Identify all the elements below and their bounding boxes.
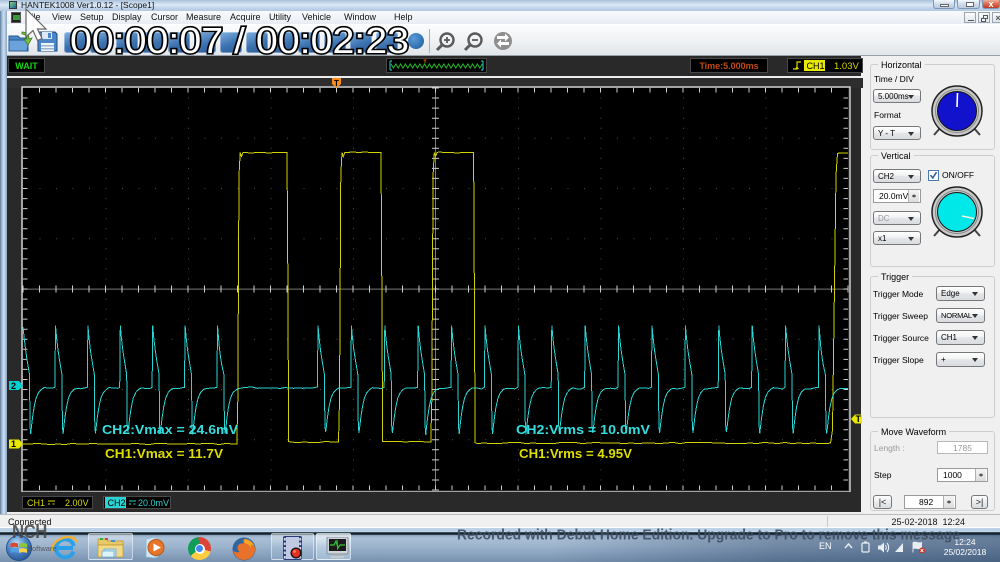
svg-text:CH1:Vrms = 4.95V: CH1:Vrms = 4.95V [519, 447, 633, 461]
svg-text:00:00:07 / 00:02:23: 00:00:07 / 00:02:23 [70, 20, 409, 60]
svg-text:CH2:Vmax = 24.6mV: CH2:Vmax = 24.6mV [102, 423, 239, 437]
svg-text:2.00V: 2.00V [65, 498, 89, 508]
svg-text:CH1:Vmax = 11.7V: CH1:Vmax = 11.7V [105, 447, 224, 461]
svg-text:1: 1 [11, 439, 16, 449]
svg-text:2: 2 [11, 381, 16, 391]
svg-text:CH1: CH1 [27, 498, 45, 508]
svg-text:T: T [334, 79, 339, 88]
svg-text:1.03V: 1.03V [834, 61, 859, 72]
svg-text:CH1: CH1 [807, 61, 825, 71]
svg-text:20.0mV: 20.0mV [138, 498, 169, 508]
svg-text:CH2: CH2 [108, 498, 126, 508]
svg-text:T: T [856, 414, 862, 424]
svg-text:Recorded with Debut Home Editi: Recorded with Debut Home Edition. Upgrad… [457, 527, 960, 544]
svg-text:CH2:Vrms = 10.0mV: CH2:Vrms = 10.0mV [516, 423, 651, 437]
